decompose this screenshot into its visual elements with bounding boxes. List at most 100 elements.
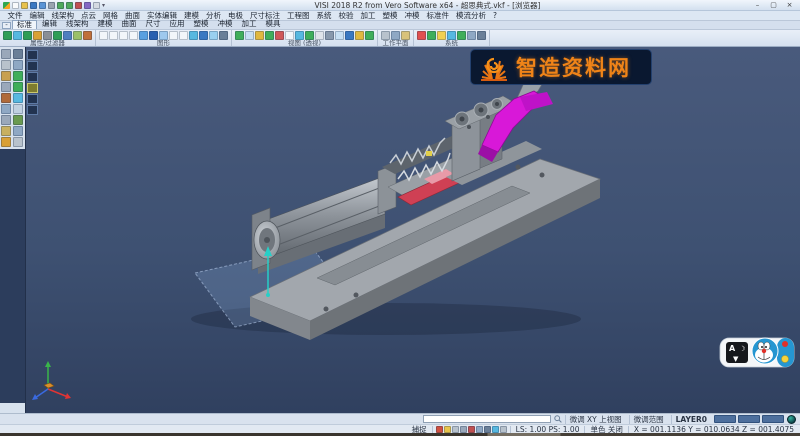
left-toolbar-icon[interactable] xyxy=(13,126,23,136)
toolbar-icon[interactable] xyxy=(179,31,188,40)
left-toolbar-icon[interactable] xyxy=(13,60,23,70)
left-toolbar-icon[interactable] xyxy=(1,104,11,114)
left-toolbar-icon[interactable] xyxy=(1,49,11,59)
left-toolbar-icon[interactable] xyxy=(13,104,23,114)
command-input[interactable] xyxy=(423,415,551,423)
toolbar-icon[interactable] xyxy=(169,31,178,40)
toolbar-icon[interactable] xyxy=(189,31,198,40)
snap-option-icon[interactable] xyxy=(492,426,499,433)
cad-model[interactable] xyxy=(26,47,800,413)
side-panel-tab-0[interactable] xyxy=(27,50,38,60)
menu-item-11[interactable]: 工程图 xyxy=(284,11,314,20)
toolbar-icon[interactable] xyxy=(365,31,374,40)
side-panel-tab-3[interactable] xyxy=(27,83,38,93)
left-toolbar-icon[interactable] xyxy=(1,60,11,70)
snap-option-icon[interactable] xyxy=(468,426,475,433)
menu-item-19[interactable]: ? xyxy=(490,11,501,20)
left-toolbar-icon[interactable] xyxy=(13,93,23,103)
quick-access-icon[interactable] xyxy=(12,2,19,9)
toolbar-icon[interactable] xyxy=(255,31,264,40)
menu-item-0[interactable]: 文件 xyxy=(4,11,26,20)
snap-option-icon[interactable] xyxy=(476,426,483,433)
quick-access-icon[interactable] xyxy=(57,2,64,9)
menu-item-12[interactable]: 系统 xyxy=(313,11,335,20)
snap-view-indicator[interactable]: 微调 XY 上视图 xyxy=(565,415,626,424)
toolbar-icon[interactable] xyxy=(119,31,128,40)
toolbar-icon[interactable] xyxy=(139,31,148,40)
snap-option-icon[interactable] xyxy=(484,426,491,433)
left-toolbar-icon[interactable] xyxy=(13,49,23,59)
snap-option-icon[interactable] xyxy=(436,426,443,433)
search-icon[interactable] xyxy=(554,415,562,423)
maximize-button[interactable]: ▢ xyxy=(766,1,781,10)
side-panel-tab-4[interactable] xyxy=(27,94,38,104)
status-sphere-icon[interactable] xyxy=(787,415,796,424)
toolbar-icon[interactable] xyxy=(235,31,244,40)
toolbar-icon[interactable] xyxy=(129,31,138,40)
left-toolbar-icon[interactable] xyxy=(13,71,23,81)
toolbar-icon[interactable] xyxy=(477,31,486,40)
snap-option-icon[interactable] xyxy=(444,426,451,433)
left-toolbar-icon[interactable] xyxy=(13,115,23,125)
status-button-0[interactable] xyxy=(714,415,736,423)
toolbar-icon[interactable] xyxy=(325,31,334,40)
minimize-button[interactable]: – xyxy=(750,1,765,10)
quick-access-icon[interactable] xyxy=(21,2,28,9)
snap-range-indicator[interactable]: 微调范围 xyxy=(629,415,668,424)
left-toolbar-icon[interactable] xyxy=(1,126,11,136)
left-toolbar-icon[interactable] xyxy=(1,71,11,81)
3d-viewport[interactable]: 智造资料网 A ☽ ▼ xyxy=(26,47,800,413)
toolbar-icon[interactable] xyxy=(99,31,108,40)
toolbar-icon[interactable] xyxy=(345,31,354,40)
toolbar-icon[interactable] xyxy=(73,31,82,40)
toolbar-icon[interactable] xyxy=(109,31,118,40)
toolbar-icon[interactable] xyxy=(265,31,274,40)
toolbar-icon[interactable] xyxy=(417,31,426,40)
toolbar-icon[interactable] xyxy=(355,31,364,40)
toolbar-icon[interactable] xyxy=(209,31,218,40)
quick-access-icon[interactable] xyxy=(30,2,37,9)
toolbar-icon[interactable] xyxy=(3,31,12,40)
side-panel-tab-1[interactable] xyxy=(27,61,38,71)
close-button[interactable]: × xyxy=(782,1,797,10)
toolbar-icon[interactable] xyxy=(219,31,228,40)
toolbar-collapse-button[interactable]: - xyxy=(2,22,11,29)
toolbar-icon[interactable] xyxy=(457,31,466,40)
toolbar-icon[interactable] xyxy=(275,31,284,40)
menu-item-16[interactable]: 冲模 xyxy=(401,11,423,20)
status-button-1[interactable] xyxy=(738,415,760,423)
left-toolbar-icon[interactable] xyxy=(13,82,23,92)
toolbar-icon[interactable] xyxy=(83,31,92,40)
menu-item-14[interactable]: 加工 xyxy=(357,11,379,20)
quick-access-icon[interactable] xyxy=(39,2,46,9)
toolbar-icon[interactable] xyxy=(427,31,436,40)
snap-option-icon[interactable] xyxy=(452,426,459,433)
layer-indicator[interactable]: LAYER0 xyxy=(671,415,711,424)
menu-item-18[interactable]: 模流分析 xyxy=(453,11,490,20)
status-button-2[interactable] xyxy=(762,415,784,423)
left-toolbar-icon[interactable] xyxy=(1,115,11,125)
snap-option-icon[interactable] xyxy=(500,426,507,433)
toolbar-icon[interactable] xyxy=(245,31,254,40)
side-panel-tab-2[interactable] xyxy=(27,72,38,82)
left-toolbar-icon[interactable] xyxy=(13,137,23,147)
menu-item-15[interactable]: 塑模 xyxy=(379,11,401,20)
menu-item-13[interactable]: 校验 xyxy=(335,11,357,20)
toolbar-icon[interactable] xyxy=(199,31,208,40)
quick-access-icon[interactable] xyxy=(84,2,91,9)
quick-access-icon[interactable] xyxy=(75,2,82,9)
toolbar-icon[interactable] xyxy=(13,31,22,40)
quick-access-caret-icon[interactable]: ▾ xyxy=(102,2,105,9)
left-toolbar-icon[interactable] xyxy=(1,137,11,147)
quick-access-icon[interactable] xyxy=(93,2,100,9)
doraemon-widget[interactable]: A ☽ ▼ xyxy=(719,335,795,369)
toolbar-icon[interactable] xyxy=(335,31,344,40)
quick-access-icon[interactable] xyxy=(66,2,73,9)
menu-item-17[interactable]: 标准件 xyxy=(423,11,453,20)
snap-option-icon[interactable] xyxy=(460,426,467,433)
left-toolbar-icon[interactable] xyxy=(1,93,11,103)
side-panel-tab-5[interactable] xyxy=(27,105,38,115)
toolbar-icon[interactable] xyxy=(467,31,476,40)
quick-access-icon[interactable] xyxy=(48,2,55,9)
left-toolbar-icon[interactable] xyxy=(1,82,11,92)
